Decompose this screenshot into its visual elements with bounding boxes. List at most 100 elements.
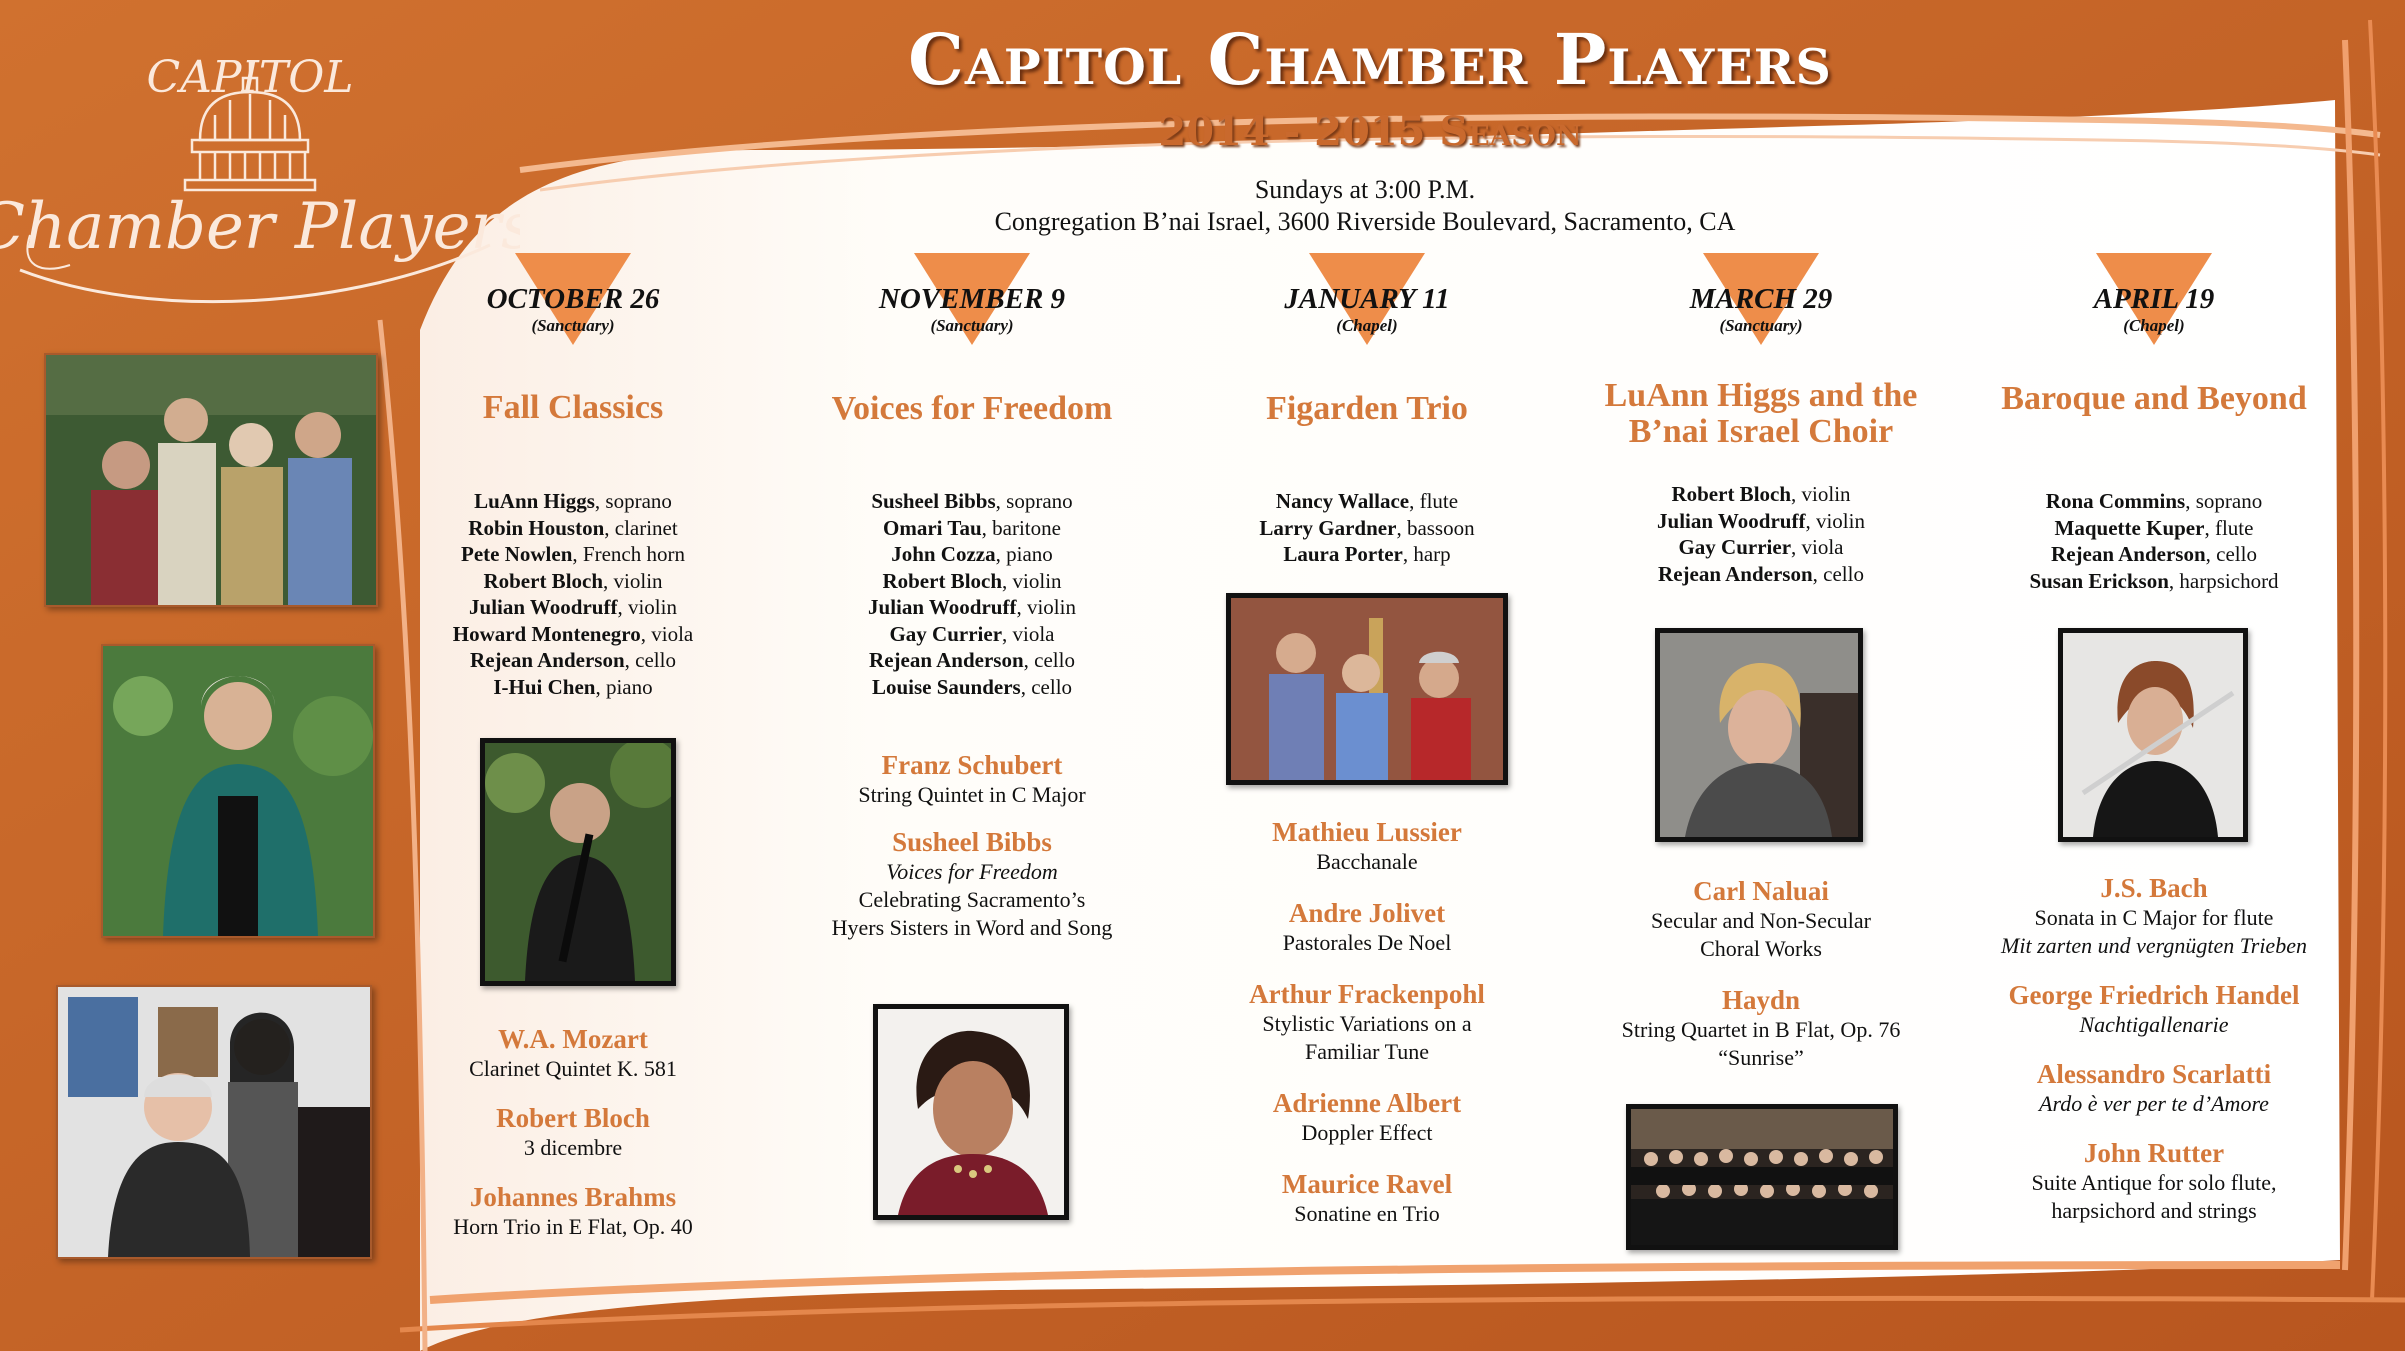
performer-name: Julian Woodruff [1657,508,1806,533]
soprano-portrait-photo [873,1004,1069,1220]
performer-list: Susheel Bibbs, soprano Omari Tau, barito… [777,488,1167,700]
program-list: Mathieu Lussier Bacchanale Andre Jolivet… [1172,817,1562,1228]
concert-column-3: JANUARY 11 (Chapel) [1172,253,1562,345]
work: Ardo è ver per te d’Amore [2039,1091,2269,1116]
program-list: Carl Naluai Secular and Non-Secular Chor… [1566,876,1956,1072]
concert-column-2: NOVEMBER 9 (Sanctuary) [777,253,1167,345]
performer: Robin Houston, clarinet [468,515,678,540]
composer: Haydn [1721,985,1801,1015]
performer: Robert Bloch, violin [882,568,1062,593]
work: Secular and Non-Secular [1651,908,1871,933]
concert-title-line: LuAnn Higgs and the [1604,377,1918,414]
concert-date: OCTOBER 26 [486,283,660,315]
performer-name: Robin Houston [468,515,605,540]
composer: J.S. Bach [2100,873,2208,903]
performer-role: viola [1012,621,1055,646]
performer-role: violin [613,568,663,593]
concert-title: Figarden Trio [1172,391,1562,427]
performer-name: LuAnn Higgs [474,489,595,513]
composer: Franz Schubert [881,750,1063,780]
performer: Larry Gardner, bassoon [1259,515,1475,540]
performer: Laura Porter, harp [1283,542,1451,566]
performer-name: Rona Commins [2045,489,2186,513]
work: Nachtigallenarie [2079,1012,2229,1037]
pianist-portrait-photo [1655,628,1863,842]
performer-name: Howard Montenegro [452,621,641,646]
performer-role: cello [635,648,676,672]
work: Mit zarten und vergnügten Trieben [2001,933,2307,958]
performer: Louise Saunders, cello [871,674,1073,699]
performer: Julian Woodruff, violin [469,595,677,619]
concert-column-1: OCTOBER 26 (Sanctuary) [378,253,768,345]
performer-role: flute [1419,489,1459,513]
concert-title-line: Fall Classics [482,389,664,426]
performer: Maquette Kuper, flute [2054,515,2254,540]
concert-venue: (Sanctuary) [930,316,1014,335]
composer: Alessandro Scarlatti [2036,1059,2272,1089]
work: “Sunrise” [1718,1045,1804,1070]
work: Bacchanale [1316,849,1418,874]
composer: Carl Naluai [1693,876,1829,906]
performer-role: French horn [582,542,685,566]
performer: Rejean Anderson, cello [2051,542,2257,566]
group-photo [44,353,378,607]
performer-name: Rejean Anderson [470,648,625,672]
flutist-portrait-photo [2058,628,2248,842]
concert-venue: (Chapel) [1336,316,1398,335]
performer-role: bassoon [1406,515,1475,540]
performer-role: viola [1801,535,1844,559]
work: Hyers Sisters in Word and Song [831,915,1113,940]
performer-role: soprano [2195,489,2263,513]
composer: Susheel Bibbs [892,827,1052,857]
performer-role: violin [1801,482,1851,506]
choir-photo [1626,1104,1898,1250]
performer: Gay Currier, viola [1678,535,1844,559]
work: String Quintet in C Major [858,782,1086,807]
performer-role: piano [605,674,653,699]
performer-role: violin [1815,508,1865,533]
concert-title: LuAnn Higgs and the B’nai Israel Choir [1566,378,1956,450]
composer: W.A. Mozart [498,1024,648,1054]
work: String Quartet in B Flat, Op. 76 [1621,1017,1901,1042]
concert-venue: (Sanctuary) [1719,316,1803,335]
singer-portrait-photo [101,644,375,938]
performer-name: Rejean Anderson [2051,542,2206,566]
performer: Rejean Anderson, cello [1658,561,1864,586]
performer: Rejean Anderson, cello [869,648,1075,672]
work: Stylistic Variations on a [1262,1011,1472,1036]
performer-list: Rona Commins, soprano Maquette Kuper, fl… [1959,488,2349,594]
performer-name: Laura Porter [1283,542,1403,566]
concert-title: Fall Classics [378,390,768,426]
work: Celebrating Sacramento’s [858,887,1086,912]
performer: Robert Bloch, violin [483,568,663,593]
program-list: Franz Schubert String Quintet in C Major… [777,750,1167,942]
performer-name: Susan Erickson [2029,568,2169,593]
performer: Rejean Anderson, cello [470,648,676,672]
work: Pastorales De Noel [1282,930,1452,955]
composer: Andre Jolivet [1288,898,1446,928]
concert-date: NOVEMBER 9 [878,283,1066,315]
logo-bottom-text: Chamber Players [0,190,520,264]
performer-name: Robert Bloch [882,568,1003,593]
concert-title: Baroque and Beyond [1959,381,2349,417]
performer-role: flute [2214,515,2254,540]
performer: Julian Woodruff, violin [1657,508,1865,533]
composer: Mathieu Lussier [1272,817,1462,847]
performer-role: harp [1413,542,1451,566]
performer-role: viola [651,621,694,646]
performer: Rona Commins, soprano [2045,489,2263,513]
performer-role: harpsichord [2179,568,2279,593]
performer-name: Larry Gardner [1259,515,1397,540]
performer: Julian Woodruff, violin [868,595,1076,619]
performer: Howard Montenegro, viola [452,621,694,646]
composer: Maurice Ravel [1281,1169,1453,1199]
work: Choral Works [1700,936,1822,961]
program-list: J.S. Bach Sonata in C Major for flute Mi… [1959,873,2349,1225]
work: Voices for Freedom [886,859,1058,884]
composer: Arthur Frackenpohl [1249,979,1485,1009]
performer-role: soprano [605,489,672,513]
performer-name: Maquette Kuper [2054,515,2205,540]
performer-role: violin [1026,595,1076,619]
concert-title-line: Voices for Freedom [831,390,1113,427]
concert-title-line: B’nai Israel Choir [1628,413,1894,450]
